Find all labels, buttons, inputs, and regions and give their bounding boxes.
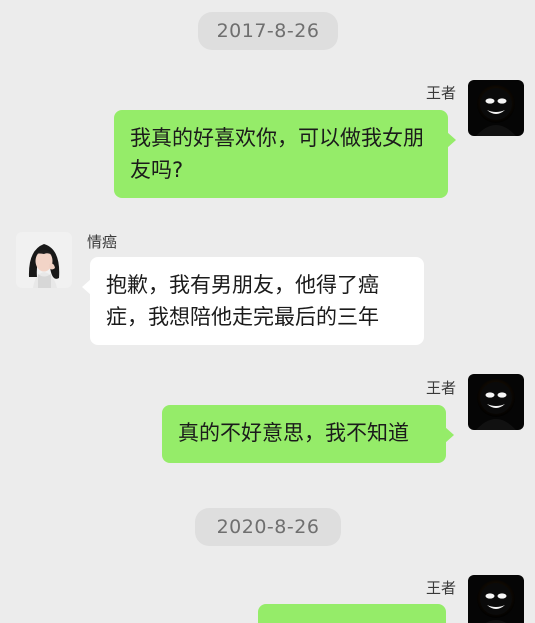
contact-avatar[interactable] xyxy=(16,232,72,288)
message-bubble-outgoing[interactable] xyxy=(258,604,446,623)
my-avatar[interactable] xyxy=(468,80,524,136)
sender-name-me: 王者 xyxy=(425,379,456,397)
chat-timestamp: 2017-8-26 xyxy=(198,12,338,50)
my-avatar[interactable] xyxy=(468,374,524,430)
dark-masked-face-avatar-icon xyxy=(468,80,524,136)
dark-masked-face-avatar-icon xyxy=(468,575,524,623)
woman-portrait-avatar-icon xyxy=(16,232,72,288)
message-bubble-outgoing[interactable]: 我真的好喜欢你，可以做我女朋友吗? xyxy=(114,110,456,198)
message-bubble-outgoing[interactable]: 真的不好意思，我不知道 xyxy=(162,405,454,463)
my-avatar[interactable] xyxy=(468,575,524,623)
dark-masked-face-avatar-icon xyxy=(468,374,524,430)
sender-name-contact: 情癌 xyxy=(87,233,118,251)
chat-screen: 2017-8-26 王者 我真的好喜欢你，可以做我女朋友吗? 情癌 抱歉，我有男… xyxy=(0,0,535,623)
chat-timestamp: 2020-8-26 xyxy=(195,508,341,546)
sender-name-me: 王者 xyxy=(425,84,456,102)
message-bubble-incoming[interactable]: 抱歉，我有男朋友，他得了癌症，我想陪他走完最后的三年 xyxy=(82,257,424,345)
sender-name-me: 王者 xyxy=(425,579,456,597)
